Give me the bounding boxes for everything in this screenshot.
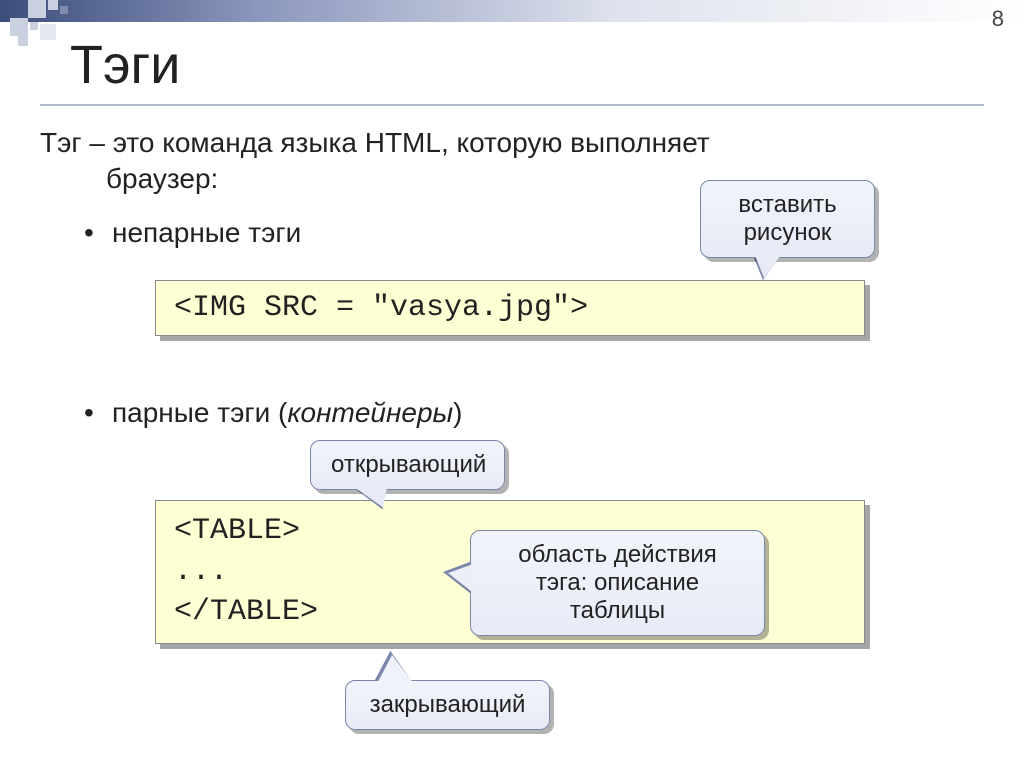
code-line: ... (174, 555, 228, 589)
definition-line2: браузер: (106, 163, 218, 194)
page-number: 8 (992, 6, 1004, 32)
slide-title: Тэги (70, 34, 180, 96)
callout-line: вставить (738, 191, 836, 218)
text-fragment: ) (453, 397, 462, 428)
text-fragment-italic: контейнеры (287, 397, 453, 428)
title-underline (40, 104, 984, 106)
callout-line: рисунок (744, 219, 832, 246)
callout-line: таблицы (570, 597, 665, 624)
bullet-marker: • (84, 395, 94, 431)
callout-line: область действия (518, 541, 716, 568)
bullet-paired-tags: парные тэги (контейнеры) (112, 395, 462, 431)
bullet-unpaired-tags: непарные тэги (112, 215, 301, 251)
callout-opening-tag: открывающий (310, 440, 505, 490)
code-line: </TABLE> (174, 595, 318, 629)
callout-tag-scope: область действия тэга: описание таблицы (470, 530, 765, 636)
code-line: <TABLE> (174, 514, 300, 548)
code-example-img: <IMG SRC = "vasya.jpg"> (155, 280, 865, 336)
definition-line1: Тэг – это команда языка HTML, которую вы… (40, 127, 710, 158)
callout-insert-image: вставить рисунок (700, 180, 875, 258)
callout-line: тэга: описание (536, 569, 699, 596)
slide-header-bar (0, 0, 1024, 22)
callout-closing-tag: закрывающий (345, 680, 550, 730)
bullet-marker: • (84, 215, 94, 251)
text-fragment: парные тэги ( (112, 397, 287, 428)
